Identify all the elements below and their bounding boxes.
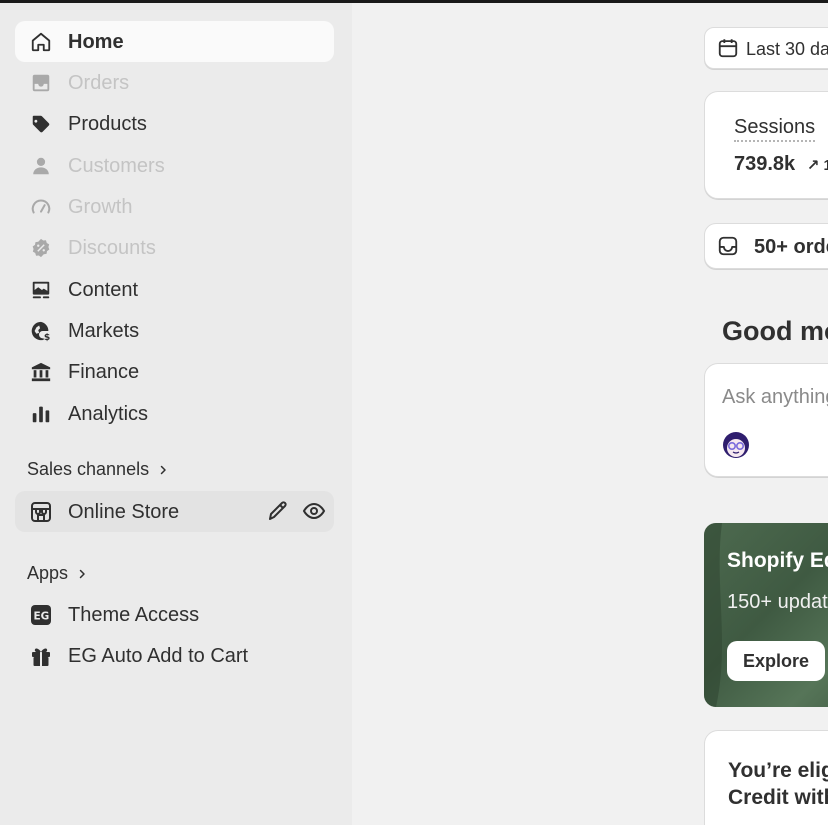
date-range-label: Last 30 days — [746, 39, 828, 59]
inbox-icon — [29, 71, 53, 95]
sidebar-item-customers[interactable]: Customers — [15, 145, 334, 186]
eligibility-text: You’re eligible for Credit with — [728, 759, 828, 809]
apps-label: Apps — [27, 563, 69, 583]
sidebar-item-analytics[interactable]: Analytics — [15, 393, 334, 434]
date-range-button[interactable]: Last 30 days — [704, 27, 828, 69]
svg-text:EG: EG — [34, 611, 50, 623]
sidebar-item-products[interactable]: Products — [15, 103, 334, 144]
sidebar-item-label: Products — [68, 113, 147, 135]
sidekick-avatar-icon — [723, 432, 749, 458]
sidebar-item-label: EG Auto Add to Cart — [68, 645, 249, 667]
view-eye-icon[interactable] — [302, 499, 326, 523]
sales-channels-heading[interactable]: Sales channels — [27, 459, 169, 480]
bank-icon — [29, 360, 53, 384]
sidebar-item-online-store[interactable]: Online Store — [15, 491, 334, 532]
sidebar-item-markets[interactable]: $ Markets — [15, 310, 334, 351]
person-icon — [29, 154, 53, 178]
eligibility-card[interactable]: You’re eligible for Credit with — [704, 730, 828, 825]
sidebar-item-finance[interactable]: Finance — [15, 351, 334, 392]
sidebar-item-label: Home — [68, 31, 124, 53]
calendar-icon — [718, 39, 738, 58]
sidebar-item-label: Markets — [68, 320, 140, 342]
edit-pencil-icon[interactable] — [266, 499, 290, 523]
sidebar-item-orders[interactable]: Orders — [15, 62, 334, 103]
gift-icon — [29, 644, 53, 668]
sessions-label: Sessions — [734, 116, 816, 142]
sidebar-item-label: Finance — [68, 361, 140, 383]
store-icon — [29, 500, 53, 524]
chevron-right-icon — [79, 569, 85, 578]
sidebar-item-label: Analytics — [68, 403, 149, 425]
sidebar-item-theme-access[interactable]: EG Theme Access — [15, 594, 334, 635]
bar-chart-icon — [29, 402, 53, 426]
greeting-heading: Good morning — [722, 316, 828, 346]
home-icon — [29, 30, 53, 54]
sidebar-item-label: Growth — [68, 196, 133, 218]
tag-icon — [29, 112, 53, 136]
editions-promo-card[interactable]: Shopify Editions 150+ updates Explore — [704, 523, 828, 707]
sidebar-item-label: Customers — [68, 155, 165, 177]
svg-text:$: $ — [44, 332, 50, 342]
sidebar-item-label: Content — [68, 279, 139, 301]
sidebar: Home Orders Products Customers Growth Di… — [0, 3, 352, 825]
sidebar-item-eg-auto-add-to-cart[interactable]: EG Auto Add to Cart — [15, 635, 334, 676]
sessions-card[interactable]: Sessions 739.8k ↗ 1 — [704, 91, 828, 199]
chevron-right-icon — [160, 465, 166, 474]
sidebar-item-label: Discounts — [68, 237, 156, 259]
explore-button[interactable]: Explore — [727, 641, 825, 681]
content-icon — [29, 278, 53, 302]
promo-subtitle: 150+ updates — [727, 591, 828, 613]
discount-icon — [29, 236, 53, 260]
sidebar-item-label: Theme Access — [68, 604, 200, 626]
sidekick-ask-box[interactable]: Ask anything — [704, 363, 828, 477]
store-actions — [266, 499, 326, 523]
gauge-icon — [29, 195, 53, 219]
sidebar-item-label: Orders — [68, 72, 130, 94]
sidebar-item-growth[interactable]: Growth — [15, 186, 334, 227]
orders-to-fulfill-card[interactable]: 50+ orders — [704, 223, 828, 269]
sidebar-item-content[interactable]: Content — [15, 269, 334, 310]
ask-input-placeholder[interactable]: Ask anything — [722, 386, 828, 409]
inbox-icon — [718, 236, 738, 256]
sessions-change: ↗ 1 — [806, 157, 828, 174]
main-content: Last 30 days Sessions 739.8k ↗ 1 50+ ord… — [352, 3, 828, 825]
apps-heading[interactable]: Apps — [27, 563, 88, 584]
sidebar-item-label: Online Store — [68, 501, 180, 523]
sidebar-item-discounts[interactable]: Discounts — [15, 227, 334, 268]
orders-text: 50+ orders — [754, 236, 828, 258]
promo-title: Shopify Editions — [727, 549, 828, 572]
sessions-value: 739.8k ↗ 1 — [734, 153, 828, 176]
sidebar-item-home[interactable]: Home — [15, 21, 334, 62]
theme-access-icon: EG — [29, 603, 53, 627]
globe-icon: $ — [29, 319, 53, 343]
sales-channels-label: Sales channels — [27, 459, 150, 479]
sessions-number: 739.8k — [734, 153, 796, 175]
